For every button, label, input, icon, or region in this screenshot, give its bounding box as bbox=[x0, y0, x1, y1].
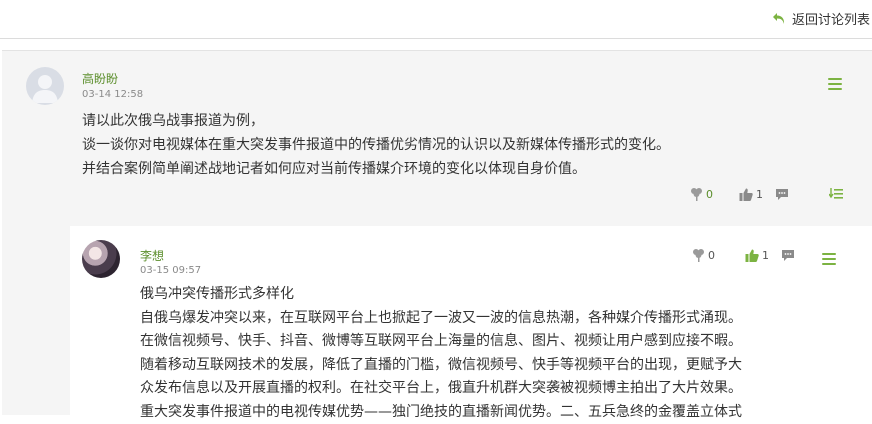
post-content: 请以此次俄乌战事报道为例， 谈一谈你对电视媒体在重大突发事件报道中的传播优劣情况… bbox=[82, 109, 670, 181]
post-line: 请以此次俄乌战事报道为例， bbox=[82, 109, 670, 133]
flower-icon bbox=[690, 187, 703, 201]
comment-icon bbox=[781, 249, 795, 262]
comment-icon bbox=[775, 188, 789, 201]
flower-button[interactable]: 0 bbox=[690, 187, 713, 201]
back-link-label: 返回讨论列表 bbox=[792, 9, 870, 28]
reply-line: 俄乌冲突传播形式多样化 bbox=[140, 283, 742, 307]
flower-count: 0 bbox=[706, 188, 713, 201]
post-line: 并结合案例简单阐述战地记者如何应对当前传播媒介环境的变化以体现自身价值。 bbox=[82, 157, 670, 181]
reply-line: 随着移动互联网技术的发展，降低了直播的门槛，微信视频号、快手等视频平台的出现，更… bbox=[140, 354, 742, 378]
flower-count: 0 bbox=[708, 249, 715, 262]
reply-time: 03-15 09:57 bbox=[140, 265, 201, 276]
reply-line: 在微信视频号、快手、抖音、微博等互联网平台上海量的信息、图片、视频让用户感到应接… bbox=[140, 330, 742, 354]
discussion-post: 高盼盼 03-14 12:58 请以此次俄乌战事报道为例， 谈一谈你对电视媒体在… bbox=[2, 50, 872, 227]
post-author[interactable]: 高盼盼 bbox=[82, 70, 118, 87]
default-avatar-icon bbox=[26, 67, 64, 105]
menu-icon[interactable] bbox=[822, 253, 836, 265]
back-arrow-icon bbox=[772, 12, 786, 25]
reply-line: 自俄乌爆发冲突以来，在互联网平台上也掀起了一波又一波的信息热潮，各种媒介传播形式… bbox=[140, 307, 742, 331]
comment-button[interactable] bbox=[781, 249, 795, 262]
reply-line: 重大突发事件报道中的电视传媒优势——独门绝技的直播新闻优势。二、五兵急终的金覆盖… bbox=[140, 401, 742, 424]
like-count: 1 bbox=[762, 249, 769, 262]
like-button[interactable]: 1 bbox=[739, 188, 763, 201]
comment-button[interactable] bbox=[775, 188, 789, 201]
post-line: 谈一谈你对电视媒体在重大突发事件报道中的传播优劣情况的认识以及新媒体传播形式的变… bbox=[82, 133, 670, 157]
reply-line: 众发布信息以及开展直播的权利。在社交平台上，俄直升机群大突袭被视频博主拍出了大片… bbox=[140, 377, 742, 401]
flower-icon bbox=[692, 248, 705, 262]
like-count: 1 bbox=[756, 188, 763, 201]
post-time: 03-14 12:58 bbox=[82, 89, 143, 100]
like-button[interactable]: 1 bbox=[745, 249, 769, 262]
thumbs-up-icon bbox=[739, 188, 753, 201]
reply-author[interactable]: 李想 bbox=[140, 247, 164, 264]
back-to-discussion-list-link[interactable]: 返回讨论列表 bbox=[772, 9, 870, 28]
top-bar: 返回讨论列表 bbox=[0, 0, 872, 38]
reply-actions: 0 1 bbox=[692, 248, 795, 262]
flower-button[interactable]: 0 bbox=[692, 248, 715, 262]
avatar[interactable] bbox=[26, 67, 64, 105]
post-actions: 0 1 bbox=[690, 187, 843, 201]
reply-content: 俄乌冲突传播形式多样化 自俄乌爆发冲突以来，在互联网平台上也掀起了一波又一波的信… bbox=[140, 283, 742, 424]
header-divider bbox=[0, 38, 872, 39]
menu-icon[interactable] bbox=[828, 78, 842, 90]
thumbs-up-icon bbox=[745, 249, 759, 262]
reply-list-button[interactable] bbox=[829, 188, 843, 200]
reply-list-icon bbox=[829, 188, 843, 200]
avatar[interactable] bbox=[82, 240, 120, 278]
